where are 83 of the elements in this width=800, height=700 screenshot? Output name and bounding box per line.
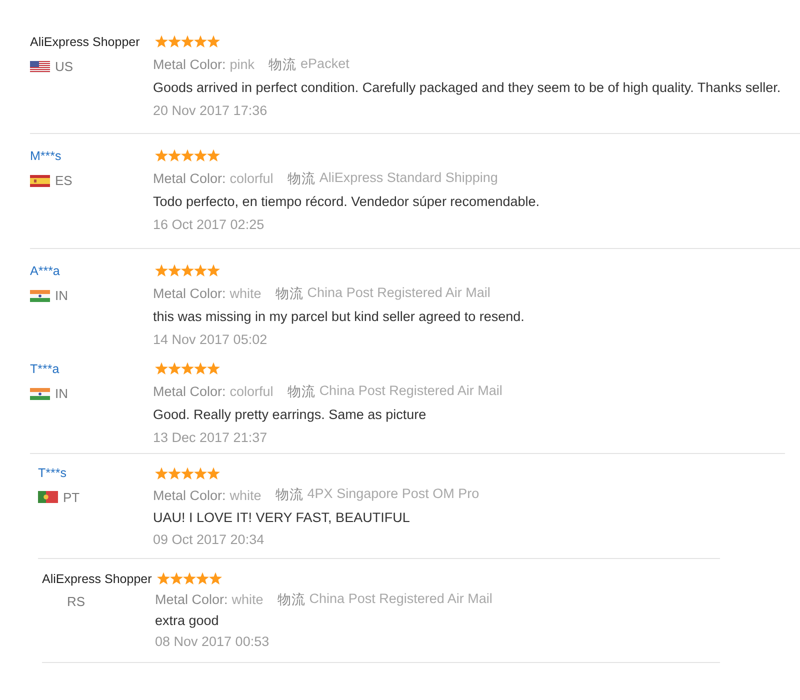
reviewer-name: AliExpress Shopper: [30, 34, 140, 48]
star-icon: [181, 466, 194, 480]
review-date: 14 Nov 2017 05:02: [153, 332, 268, 347]
attribute-label: 物流: [287, 170, 316, 188]
us-flag-icon: [30, 60, 50, 72]
review-text: UAU! I LOVE IT! VERY FAST, BEAUTIFUL: [153, 510, 410, 524]
star-icon: [155, 149, 168, 162]
reviewer-name-link[interactable]: T***a: [30, 362, 60, 376]
attribute-value: pink: [230, 57, 255, 72]
attribute-value: white: [230, 488, 262, 502]
star-icon: [168, 362, 181, 375]
reviewer-name: AliExpress Shopper: [42, 572, 152, 586]
star-icon: [155, 466, 168, 480]
attribute-label: Metal Color:: [153, 171, 226, 186]
attribute-value: AliExpress Standard Shipping: [319, 170, 498, 187]
review-text: Goods arrived in perfect condition. Carefully packaged and they seem to be of high quality. Thanks seller.: [153, 80, 781, 95]
review-text: Good. Really pretty earrings. Same as picture: [153, 407, 426, 422]
star-icon: [157, 572, 170, 585]
country-code: IN: [55, 288, 68, 303]
attribute-label: 物流: [287, 382, 316, 400]
country-code: IN: [55, 386, 68, 401]
reviewer-name-link[interactable]: T***s: [38, 466, 66, 480]
portugal-flag-icon: [38, 491, 58, 503]
attribute-value: China Post Registered Air Mail: [319, 382, 502, 400]
star-icon: [181, 362, 194, 375]
attribute-value: China Post Registered Air Mail: [307, 284, 490, 302]
review-date: 20 Nov 2017 17:36: [153, 103, 268, 118]
star-icon: [155, 264, 168, 277]
star-icon: [155, 35, 168, 48]
star-icon: [194, 362, 207, 375]
attribute-label: Metal Color:: [153, 384, 226, 399]
star-icon: [194, 264, 207, 277]
star-icon: [207, 466, 220, 480]
attribute-label: Metal Color:: [153, 488, 226, 502]
attribute-label: 物流: [275, 486, 304, 504]
review-date: 13 Dec 2017 21:37: [153, 430, 268, 445]
star-icon: [194, 149, 207, 162]
attribute-label: 物流: [268, 56, 297, 74]
review-text: this was missing in my parcel but kind seller agreed to resend.: [153, 309, 524, 324]
attribute-value: white: [232, 592, 264, 607]
attribute-value: China Post Registered Air Mail: [309, 590, 492, 608]
india-flag-icon: [30, 290, 50, 302]
attribute-value: colorful: [230, 171, 274, 186]
review-text: extra good: [155, 613, 219, 628]
star-icon: [207, 35, 220, 48]
spain-flag-icon: [30, 174, 50, 186]
star-icon: [181, 35, 194, 48]
star-icon: [168, 149, 181, 162]
attribute-label: Metal Color:: [153, 57, 226, 72]
country-code: ES: [55, 173, 72, 188]
country-code: RS: [67, 594, 86, 609]
star-icon: [168, 35, 181, 48]
star-icon: [194, 35, 207, 48]
star-icon: [196, 572, 209, 585]
country-code: US: [55, 59, 74, 74]
star-icon: [207, 264, 220, 277]
star-icon: [209, 572, 222, 585]
reviewer-name-link[interactable]: A***a: [30, 264, 60, 278]
attribute-label: 物流: [275, 284, 304, 302]
attribute-label: Metal Color:: [155, 592, 228, 607]
review-date: 16 Oct 2017 02:25: [153, 217, 264, 232]
attribute-value: ePacket: [300, 56, 350, 72]
star-icon: [207, 362, 220, 375]
review-date: 08 Nov 2017 00:53: [155, 634, 270, 649]
attribute-label: Metal Color:: [153, 286, 226, 301]
star-icon: [181, 149, 194, 162]
star-icon: [194, 466, 207, 480]
attribute-value: 4PX Singapore Post OM Pro: [307, 486, 480, 503]
star-icon: [181, 264, 194, 277]
star-icon: [183, 572, 196, 585]
reviewer-name-link[interactable]: M***s: [30, 148, 62, 162]
attribute-value: white: [230, 286, 262, 301]
star-icon: [155, 362, 168, 375]
attribute-label: 物流: [277, 590, 306, 608]
india-flag-icon: [30, 388, 50, 400]
country-code: PT: [63, 490, 80, 504]
attribute-value: colorful: [230, 384, 274, 399]
review-date: 09 Oct 2017 20:34: [153, 532, 264, 546]
review-text: Todo perfecto, en tiempo récord. Vendedor súper recomendable.: [153, 194, 540, 209]
star-icon: [168, 466, 181, 480]
star-icon: [168, 264, 181, 277]
star-icon: [207, 149, 220, 162]
star-icon: [170, 572, 183, 585]
